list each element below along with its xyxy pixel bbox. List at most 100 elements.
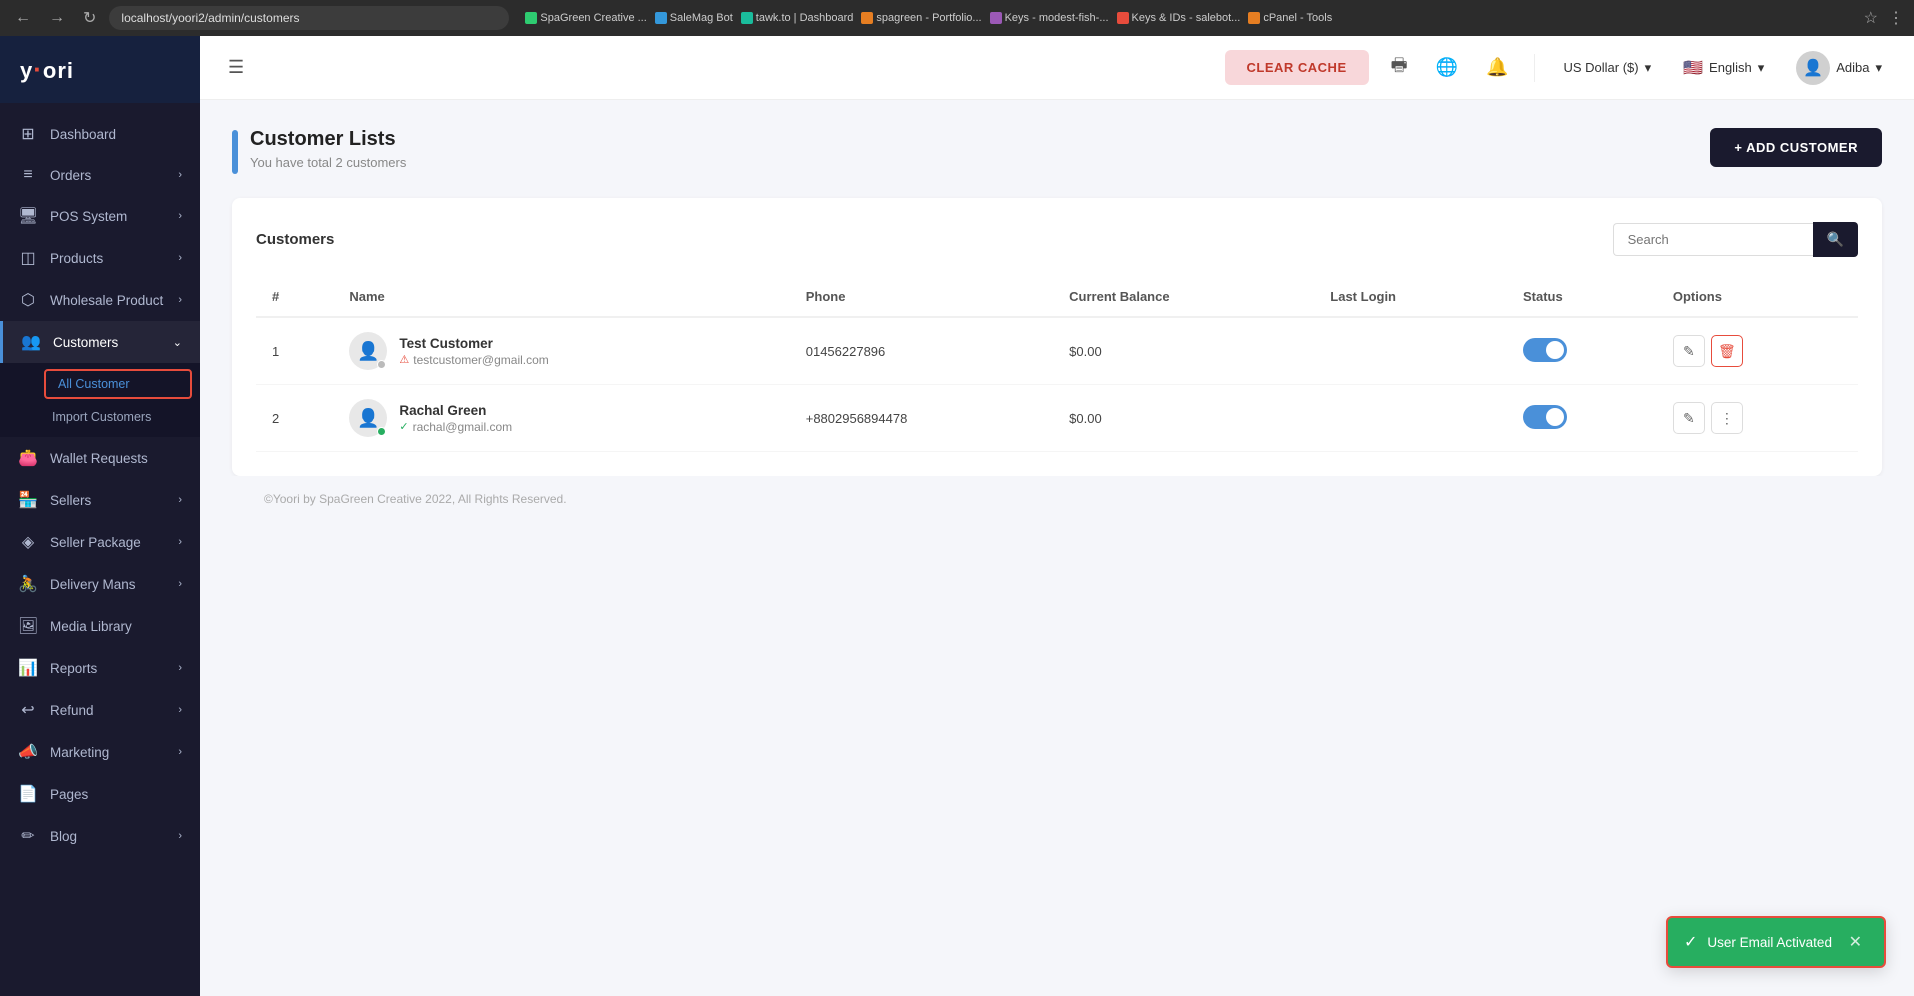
language-selector[interactable]: 🇺🇸 English ▾ bbox=[1675, 54, 1772, 82]
reload-button[interactable]: ↻ bbox=[78, 6, 101, 30]
browser-chrome: ← → ↻ localhost/yoori2/admin/customers S… bbox=[0, 0, 1914, 36]
sidebar-item-delivery[interactable]: 🚴 Delivery Mans › bbox=[0, 563, 200, 605]
chevron-down-icon: ⌄ bbox=[173, 336, 182, 349]
page-content: Customer Lists You have total 2 customer… bbox=[200, 100, 1914, 996]
col-phone: Phone bbox=[790, 277, 1053, 317]
sidebar-item-pos[interactable]: 🖥 POS System › bbox=[0, 195, 200, 237]
table-row: 1 👤 Test Customer bbox=[256, 317, 1858, 385]
sidebar-item-sellers[interactable]: 🏪 Sellers › bbox=[0, 479, 200, 521]
customer-name: Rachal Green bbox=[399, 403, 512, 418]
avatar: 👤 bbox=[349, 399, 387, 437]
media-icon: 🖼 bbox=[18, 616, 38, 636]
chevron-right-icon: › bbox=[178, 704, 182, 716]
action-buttons: ✎ ⋮ bbox=[1673, 402, 1842, 434]
user-menu[interactable]: 👤 Adiba ▾ bbox=[1788, 47, 1890, 89]
sidebar-item-label: Marketing bbox=[50, 745, 109, 760]
star-icon[interactable]: ☆ bbox=[1864, 8, 1878, 28]
page-header: Customer Lists You have total 2 customer… bbox=[232, 128, 1882, 174]
search-button[interactable]: 🔍 bbox=[1813, 222, 1858, 257]
page-subtitle: You have total 2 customers bbox=[250, 155, 406, 170]
globe-button[interactable]: 🌐 bbox=[1430, 51, 1464, 84]
email-verified-icon: ✓ bbox=[399, 420, 408, 433]
seller-package-icon: ◈ bbox=[18, 532, 38, 552]
title-text-group: Customer Lists You have total 2 customer… bbox=[250, 128, 406, 170]
submenu-item-import-customers[interactable]: Import Customers bbox=[0, 401, 200, 433]
products-icon: ◫ bbox=[18, 248, 38, 268]
sidebar-item-customers[interactable]: 👥 Customers ⌄ bbox=[0, 321, 200, 363]
user-name: Adiba bbox=[1836, 60, 1869, 75]
marketing-icon: 📣 bbox=[18, 742, 38, 762]
sidebar-item-reports[interactable]: 📊 Reports › bbox=[0, 647, 200, 689]
print-button[interactable]: 🖶 bbox=[1385, 47, 1414, 89]
pages-icon: 📄 bbox=[18, 784, 38, 804]
status-dot-online bbox=[377, 427, 386, 436]
customer-details: Test Customer ⚠ testcustomer@gmail.com bbox=[399, 336, 548, 367]
menu-icon[interactable]: ⋮ bbox=[1888, 8, 1904, 28]
bookmark-2[interactable]: SaleMag Bot bbox=[655, 12, 733, 24]
cell-balance: $0.00 bbox=[1053, 385, 1314, 452]
back-button[interactable]: ← bbox=[10, 7, 36, 29]
header-divider bbox=[1534, 54, 1535, 82]
customer-info: 👤 Test Customer ⚠ testcustomer@gmail.com bbox=[349, 332, 773, 370]
bookmark-4[interactable]: spagreen - Portfolio... bbox=[861, 12, 981, 24]
chevron-right-icon: › bbox=[178, 169, 182, 181]
cell-name: 👤 Rachal Green ✓ rachal@gmail.com bbox=[333, 385, 789, 452]
hamburger-button[interactable]: ☰ bbox=[224, 53, 248, 82]
sidebar-item-label: Wallet Requests bbox=[50, 451, 148, 466]
sidebar-item-pages[interactable]: 📄 Pages bbox=[0, 773, 200, 815]
search-input[interactable] bbox=[1613, 223, 1813, 256]
customers-table-card: Customers 🔍 # Name Phone Current Balance bbox=[232, 198, 1882, 476]
customer-email: ⚠ testcustomer@gmail.com bbox=[399, 353, 548, 367]
delete-button[interactable]: 🗑 bbox=[1711, 335, 1743, 367]
cell-name: 👤 Test Customer ⚠ testcustomer@gmail.com bbox=[333, 317, 789, 385]
chevron-right-icon: › bbox=[178, 536, 182, 548]
sidebar-item-label: POS System bbox=[50, 209, 127, 224]
language-text: English bbox=[1709, 60, 1752, 75]
notification-button[interactable]: 🔔 bbox=[1480, 51, 1514, 84]
more-options-button[interactable]: ⋮ bbox=[1711, 402, 1743, 434]
app-layout: y·ori ⊞ Dashboard ≡ Orders › 🖥 POS Syste… bbox=[0, 36, 1914, 996]
cell-num: 1 bbox=[256, 317, 333, 385]
clear-cache-button[interactable]: CLEAR CACHE bbox=[1225, 50, 1369, 85]
language-chevron-icon: ▾ bbox=[1758, 60, 1765, 76]
user-avatar: 👤 bbox=[1796, 51, 1830, 85]
sidebar-item-dashboard[interactable]: ⊞ Dashboard bbox=[0, 113, 200, 155]
flag-icon: 🇺🇸 bbox=[1683, 58, 1703, 78]
status-toggle[interactable] bbox=[1523, 405, 1567, 429]
sidebar-item-wallet[interactable]: 👛 Wallet Requests bbox=[0, 437, 200, 479]
table-card-header: Customers 🔍 bbox=[256, 222, 1858, 257]
bookmark-3[interactable]: tawk.to | Dashboard bbox=[741, 12, 854, 24]
sidebar-item-marketing[interactable]: 📣 Marketing › bbox=[0, 731, 200, 773]
search-box: 🔍 bbox=[1613, 222, 1858, 257]
edit-button[interactable]: ✎ bbox=[1673, 402, 1705, 434]
forward-button[interactable]: → bbox=[44, 7, 70, 29]
footer-text: ©Yoori by SpaGreen Creative 2022, All Ri… bbox=[264, 492, 567, 506]
chevron-right-icon: › bbox=[178, 662, 182, 674]
sidebar-item-media[interactable]: 🖼 Media Library bbox=[0, 605, 200, 647]
bookmark-1[interactable]: SpaGreen Creative ... bbox=[525, 12, 646, 24]
sidebar-item-orders[interactable]: ≡ Orders › bbox=[0, 155, 200, 195]
sidebar-item-refund[interactable]: ↩ Refund › bbox=[0, 689, 200, 731]
bookmark-7[interactable]: cPanel - Tools bbox=[1248, 12, 1332, 24]
status-toggle[interactable] bbox=[1523, 338, 1567, 362]
sidebar-item-seller-package[interactable]: ◈ Seller Package › bbox=[0, 521, 200, 563]
bookmark-5[interactable]: Keys - modest-fish-... bbox=[990, 12, 1109, 24]
currency-selector[interactable]: US Dollar ($) ▾ bbox=[1555, 56, 1659, 80]
table-card-title: Customers bbox=[256, 231, 334, 248]
browser-actions: ☆ ⋮ bbox=[1864, 8, 1904, 28]
sidebar-item-label: Refund bbox=[50, 703, 94, 718]
toggle-slider bbox=[1523, 338, 1567, 362]
cell-options: ✎ ⋮ bbox=[1657, 385, 1858, 452]
sidebar-item-products[interactable]: ◫ Products › bbox=[0, 237, 200, 279]
add-customer-button[interactable]: + ADD CUSTOMER bbox=[1710, 128, 1882, 167]
chevron-right-icon: › bbox=[178, 746, 182, 758]
edit-button[interactable]: ✎ bbox=[1673, 335, 1705, 367]
toast-close-button[interactable]: ✕ bbox=[1849, 932, 1862, 952]
table-body: 1 👤 Test Customer bbox=[256, 317, 1858, 452]
submenu-item-all-customer[interactable]: All Customer bbox=[44, 369, 192, 399]
sidebar-item-blog[interactable]: ✏ Blog › bbox=[0, 815, 200, 857]
bookmark-6[interactable]: Keys & IDs - salebot... bbox=[1117, 12, 1241, 24]
url-bar[interactable]: localhost/yoori2/admin/customers bbox=[109, 6, 509, 30]
table-header-row: # Name Phone Current Balance Last Login … bbox=[256, 277, 1858, 317]
sidebar-item-wholesale[interactable]: ⬡ Wholesale Product › bbox=[0, 279, 200, 321]
